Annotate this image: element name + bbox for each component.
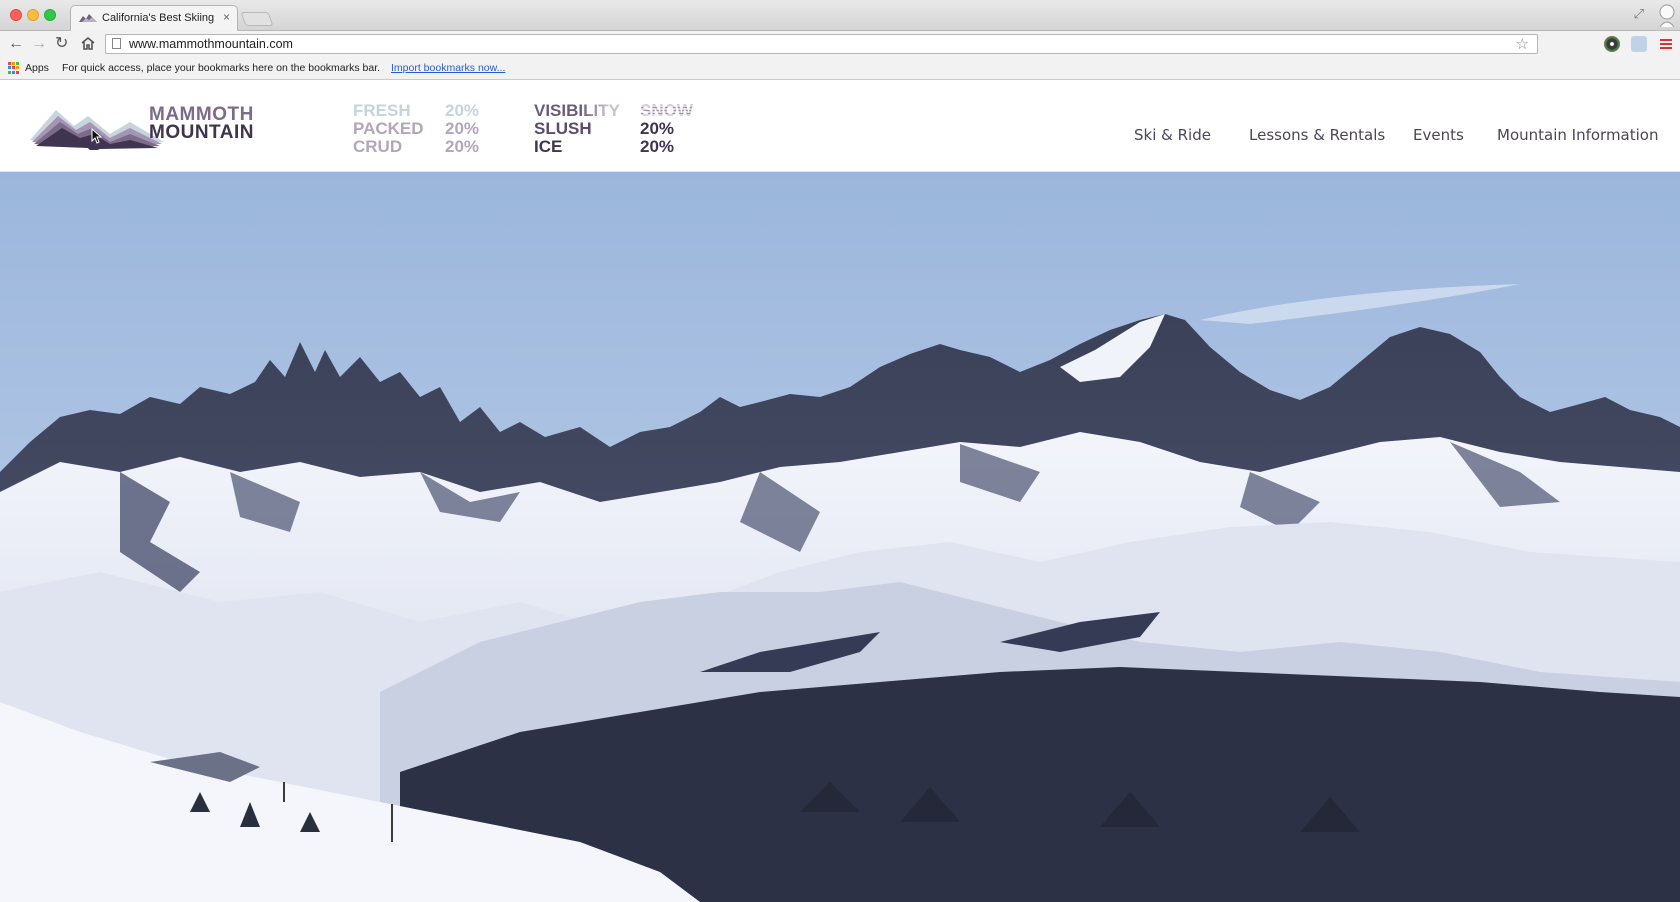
apps-icon[interactable]: [8, 62, 20, 74]
conditions-labels-2: VISIBILITY SLUSH ICE: [534, 102, 620, 156]
condition-value: 20%: [445, 101, 480, 120]
page-icon: [112, 38, 121, 49]
condition-label: CRUD: [353, 137, 403, 156]
camera-icon[interactable]: [1631, 36, 1647, 52]
mountain-favicon-icon: [79, 14, 97, 22]
fullscreen-icon[interactable]: ⤢: [1634, 6, 1644, 22]
nav-mountain-information[interactable]: Mountain Information: [1497, 126, 1658, 144]
window-maximize-button[interactable]: [44, 9, 56, 21]
nav-events[interactable]: Events: [1413, 126, 1464, 144]
conditions-values-1: 20% 20% 20%: [445, 102, 479, 156]
condition-label: VISIBILITY: [534, 101, 620, 120]
profile-icon[interactable]: [1658, 3, 1676, 27]
mountain-panorama: [0, 172, 1680, 902]
bookmarks-bar: Apps For quick access, place your bookma…: [0, 58, 1680, 80]
nav-lessons-rentals[interactable]: Lessons & Rentals: [1249, 126, 1385, 144]
address-bar[interactable]: www.mammothmountain.com ☆: [105, 34, 1538, 54]
browser-tab-active[interactable]: California's Best Skiing ×: [70, 5, 238, 31]
hero-mountain-image: [0, 172, 1680, 902]
extension-icon[interactable]: [1604, 36, 1620, 52]
condition-label: SNOW: [640, 101, 693, 120]
new-tab-button[interactable]: [240, 12, 274, 26]
conditions-labels-1: FRESH PACKED CRUD: [353, 102, 424, 156]
site-header: MAMMOTH MOUNTAIN FRESH PACKED CRUD 20% 2…: [0, 80, 1680, 172]
condition-value: 20%: [445, 119, 480, 138]
bookmarks-hint: For quick access, place your bookmarks h…: [62, 62, 381, 74]
window-close-button[interactable]: [10, 9, 22, 21]
tab-close-icon[interactable]: ×: [223, 10, 230, 24]
menu-icon[interactable]: [1659, 37, 1673, 51]
import-bookmarks-link[interactable]: Import bookmarks now...: [391, 62, 505, 74]
browser-titlebar: California's Best Skiing × ⤢: [0, 0, 1680, 31]
home-icon[interactable]: [81, 37, 95, 50]
forward-icon[interactable]: →: [31, 34, 47, 54]
star-icon[interactable]: ☆: [1516, 35, 1529, 53]
logo-line-2: MOUNTAIN: [149, 122, 254, 143]
conditions-values-2: SNOW 20% 20%: [640, 102, 693, 156]
condition-label: ICE: [534, 137, 563, 156]
condition-value: 20%: [640, 137, 675, 156]
condition-value: 20%: [445, 137, 480, 156]
back-icon[interactable]: ←: [8, 34, 24, 54]
tab-title: California's Best Skiing: [102, 12, 215, 24]
url-text[interactable]: www.mammothmountain.com: [129, 37, 293, 51]
reload-icon[interactable]: ↻: [55, 34, 68, 54]
window-minimize-button[interactable]: [27, 9, 39, 21]
condition-label: FRESH: [353, 101, 411, 120]
condition-label: SLUSH: [534, 119, 592, 138]
condition-label: PACKED: [353, 119, 424, 138]
browser-toolbar: ← → ↻ www.mammothmountain.com ☆: [0, 31, 1680, 58]
logo-wordmark[interactable]: MAMMOTH MOUNTAIN: [149, 105, 254, 143]
condition-value: 20%: [640, 119, 675, 138]
nav-ski-ride[interactable]: Ski & Ride: [1134, 126, 1211, 144]
apps-label[interactable]: Apps: [25, 62, 49, 74]
mouse-cursor-icon: [91, 128, 103, 144]
